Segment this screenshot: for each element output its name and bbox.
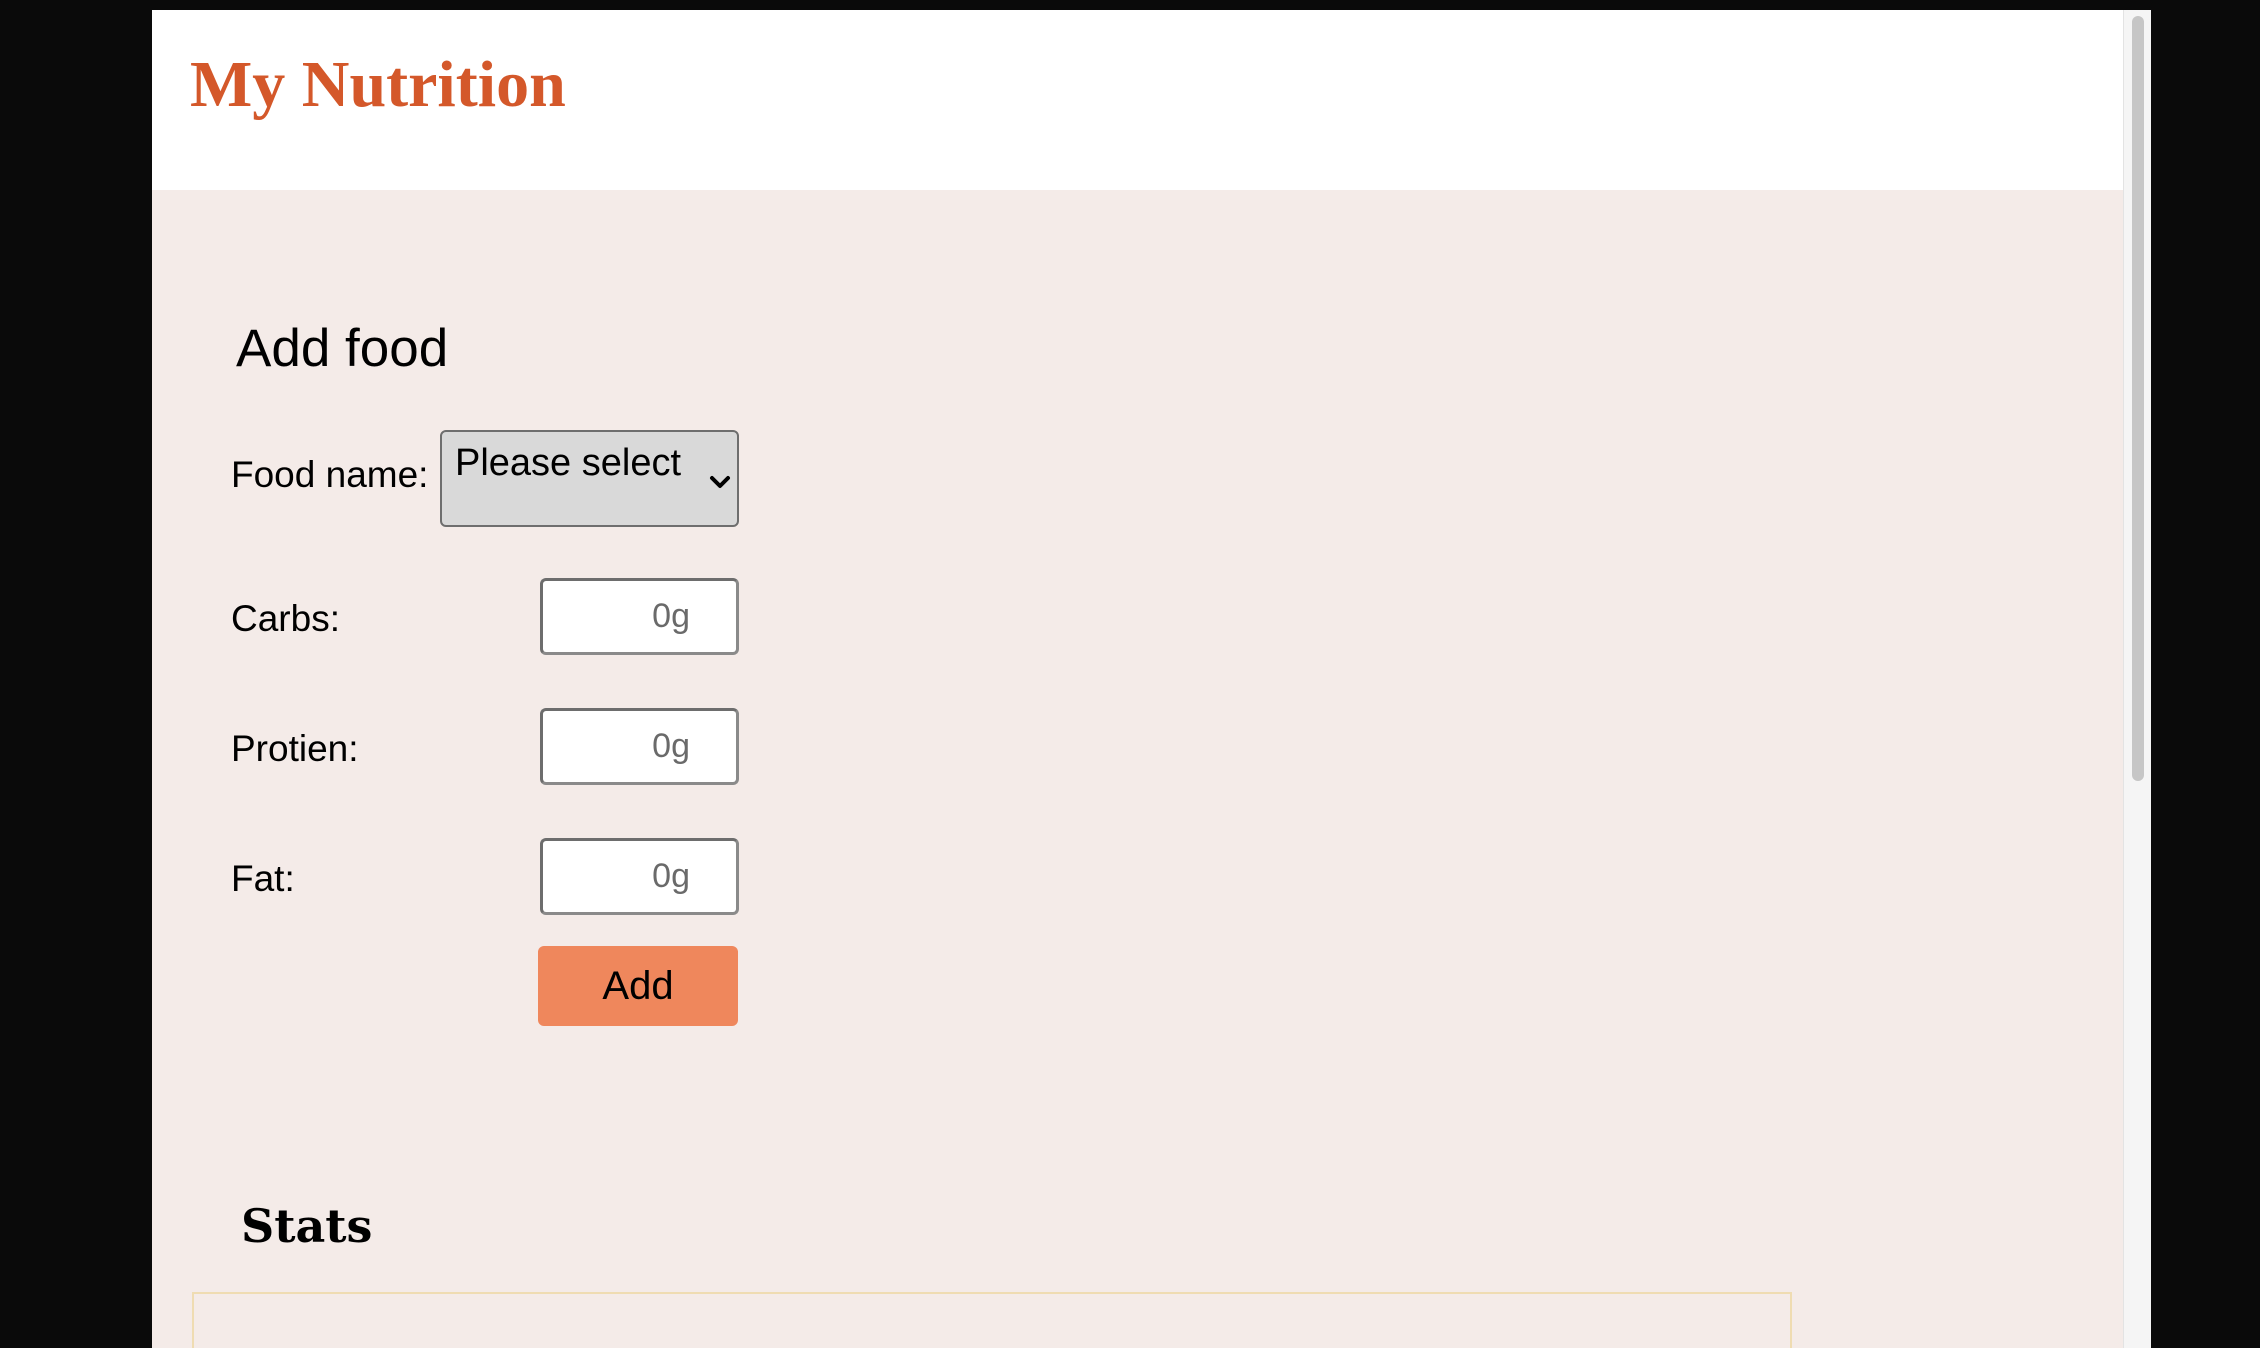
chevron-down-icon — [710, 476, 730, 488]
food-name-label: Food name: — [231, 454, 429, 495]
app-header: My Nutrition — [152, 10, 2123, 190]
stats-panel — [192, 1292, 1792, 1348]
add-food-heading: Add food — [236, 319, 449, 378]
protien-input[interactable] — [540, 708, 739, 785]
food-name-select-value: Please select — [455, 442, 682, 484]
app-title: My Nutrition — [190, 48, 566, 121]
vertical-scrollbar[interactable] — [2123, 10, 2151, 1348]
fat-input[interactable] — [540, 838, 739, 915]
food-name-select[interactable]: Please select — [440, 430, 739, 527]
stats-heading: Stats — [241, 1199, 373, 1253]
protien-label: Protien: — [231, 728, 359, 769]
carbs-label: Carbs: — [231, 598, 340, 639]
carbs-input[interactable] — [540, 578, 739, 655]
scrollbar-thumb[interactable] — [2132, 16, 2144, 781]
add-button[interactable]: Add — [538, 946, 738, 1026]
fat-label: Fat: — [231, 858, 295, 899]
app-window: My Nutrition Add food Food name: Please … — [152, 10, 2151, 1348]
